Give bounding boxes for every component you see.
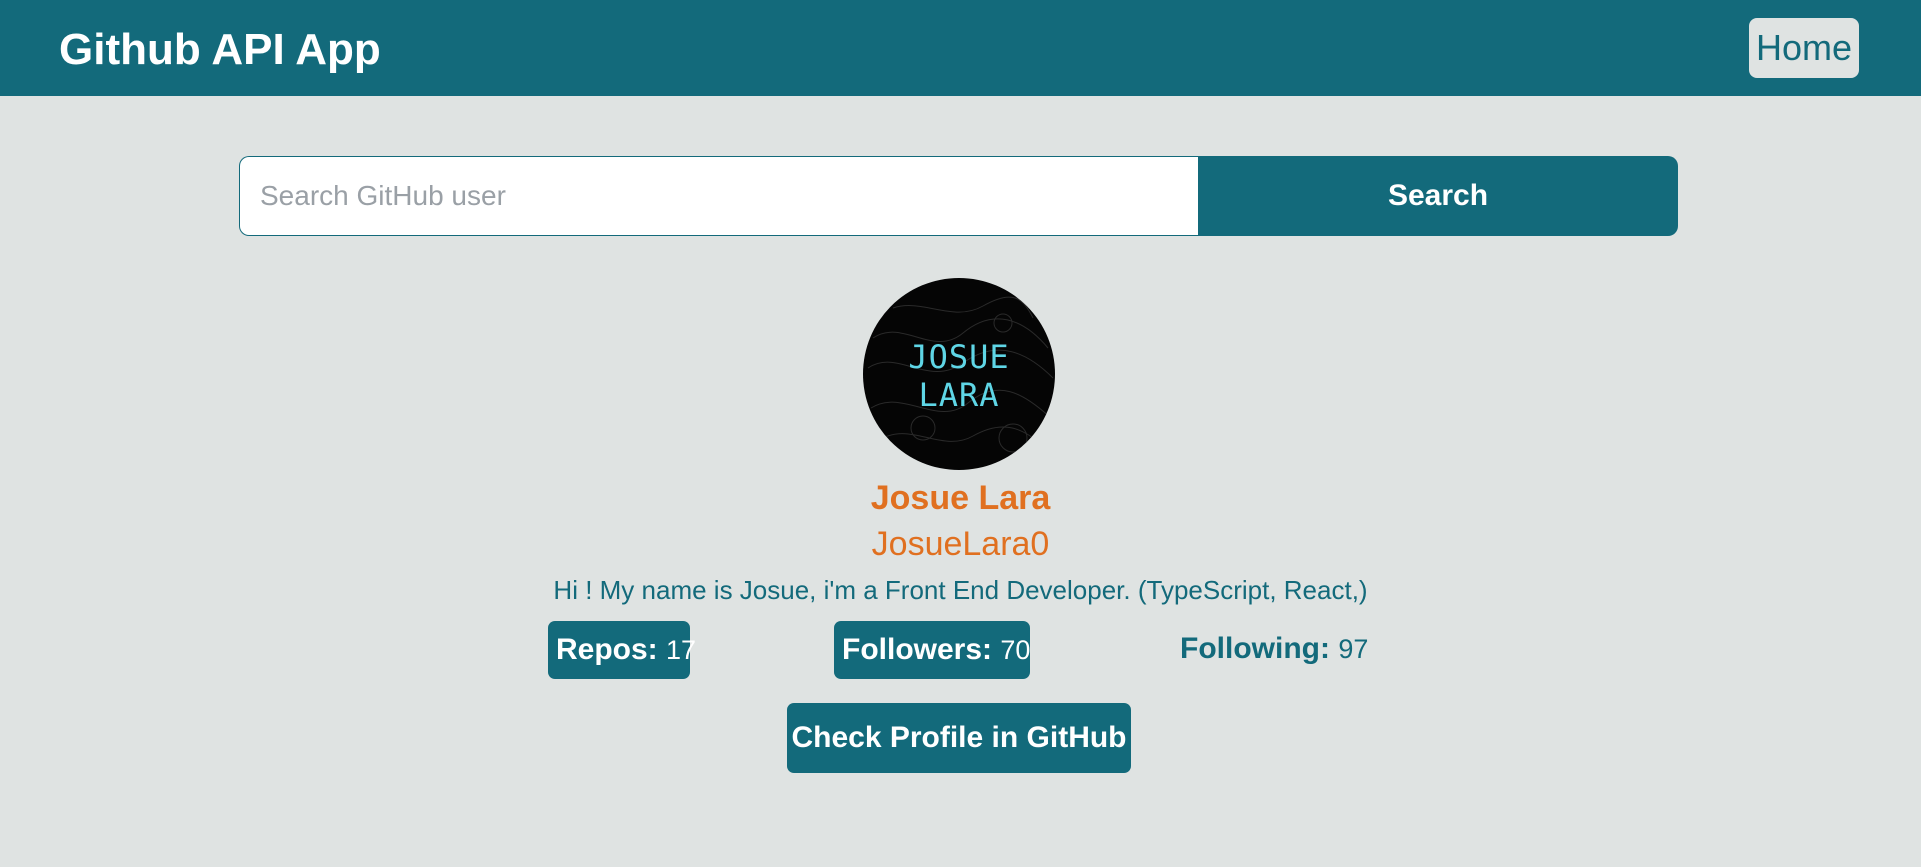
top-navbar: Github API App Home [0, 0, 1921, 96]
following-label: Following: [1180, 632, 1330, 665]
search-bar: Search [239, 156, 1678, 236]
repos-stat: Repos: 17 [548, 621, 696, 679]
home-button[interactable]: Home [1749, 18, 1859, 78]
following-stat: Following: 97 [1172, 620, 1372, 678]
profile-login: JosueLara0 [871, 525, 1050, 563]
followers-label: Followers: [842, 633, 993, 666]
repos-label: Repos: [556, 633, 658, 666]
following-count: 97 [1338, 634, 1369, 664]
profile-bio: Hi ! My name is Josue, i'm a Front End D… [553, 575, 1368, 605]
repos-count: 17 [666, 635, 697, 665]
avatar: JOSUE LARA [863, 278, 1055, 470]
profile-name: Josue Lara [870, 479, 1051, 517]
avatar-text-line2: LARA [918, 376, 999, 414]
followers-stat: Followers: 70 [834, 621, 1030, 679]
avatar-image: JOSUE LARA [867, 296, 1054, 453]
avatar-text-line1: JOSUE [908, 338, 1009, 376]
check-profile-button[interactable]: Check Profile in GitHub [787, 703, 1131, 773]
followers-count: 70 [1000, 635, 1031, 665]
app-title: Github API App [59, 25, 381, 74]
search-button[interactable]: Search [1198, 156, 1678, 236]
search-input[interactable] [239, 156, 1198, 236]
